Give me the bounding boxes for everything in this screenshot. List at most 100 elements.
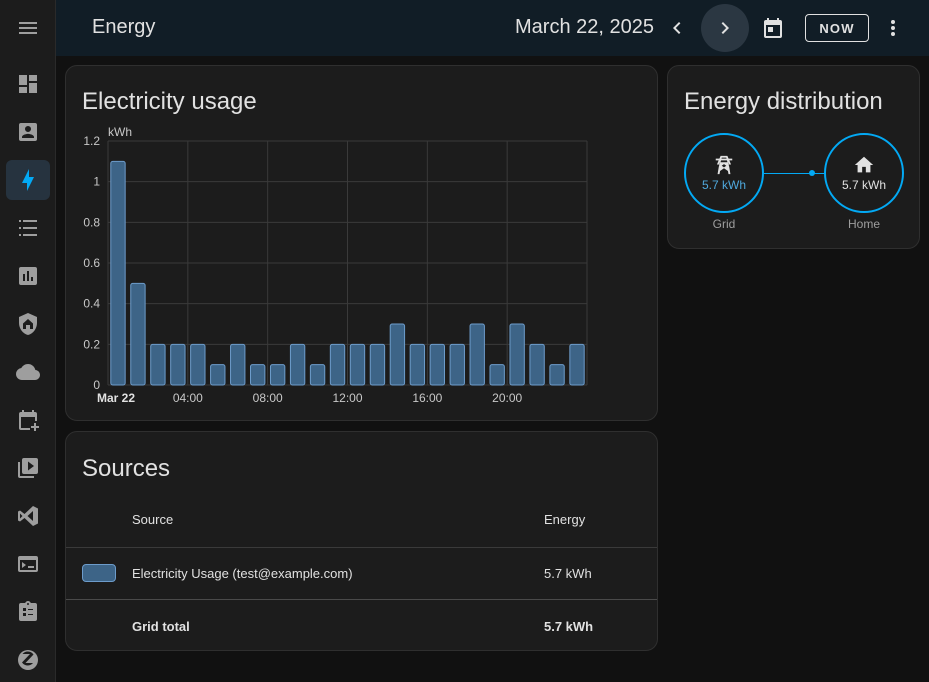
- chart-bar: [409, 343, 426, 386]
- sidebar-item-todo[interactable]: [6, 592, 50, 632]
- home-energy-value: 5.7 kWh: [841, 178, 886, 192]
- chart-bar: [429, 343, 445, 386]
- sidebar-item-cloud[interactable]: [6, 352, 50, 392]
- list-icon: [19, 220, 37, 236]
- dashboard-icon: [19, 75, 37, 93]
- sidebar-item-zigbee[interactable]: [6, 640, 50, 680]
- chart-bar: [469, 323, 485, 386]
- x-tick-label: 20:00: [492, 391, 522, 405]
- dots-vertical-icon: [891, 20, 895, 36]
- source-name: Electricity Usage (test@example.com): [132, 566, 353, 581]
- y-tick-label: 0.4: [83, 297, 100, 311]
- menu-button[interactable]: [6, 8, 50, 48]
- divider: [66, 599, 657, 600]
- usage-bar-chart: 0 0.2 0.4 0.6 0.8 1 1.2 kWh Mar 22 04:00 08:00 12:0…: [83, 125, 588, 405]
- vscode-icon: [18, 506, 38, 526]
- sidebar-item-calendar[interactable]: [6, 400, 50, 440]
- source-color-swatch: [82, 564, 116, 582]
- sidebar-item-media[interactable]: [6, 448, 50, 488]
- chart-bar: [269, 364, 286, 386]
- chart-bar: [449, 343, 465, 386]
- sidebar-item-code[interactable]: [6, 496, 50, 536]
- top-app-bar: Energy March 22, 2025 NOW: [56, 0, 929, 56]
- sidebar-item-map[interactable]: [6, 112, 50, 152]
- chart-bar: [110, 160, 126, 386]
- y-tick-label: 1.2: [83, 134, 100, 148]
- y-tick-label: 1: [93, 175, 100, 189]
- transmission-tower-icon: [715, 155, 733, 175]
- account-box-icon: [19, 123, 37, 141]
- grid-total-value: 5.7 kWh: [544, 619, 594, 634]
- grid-total-label: Grid total: [132, 619, 190, 634]
- chart-icon: [19, 267, 37, 285]
- chart-bar: [529, 343, 545, 386]
- chart-bar: [289, 343, 306, 386]
- column-header-source: Source: [132, 512, 174, 527]
- chart-bar: [549, 364, 565, 386]
- chart-bar: [389, 323, 406, 386]
- chart-bar: [170, 343, 186, 386]
- y-tick-label: 0.2: [83, 337, 100, 351]
- chart-bar: [190, 343, 206, 386]
- column-header-energy: Energy: [544, 512, 586, 527]
- sidebar-item-security[interactable]: [6, 304, 50, 344]
- grid-label: Grid: [712, 217, 736, 231]
- sources-card: Sources Source Energy Electricity Usage …: [65, 431, 658, 651]
- electricity-usage-card: Electricity usage 0 0.2 0.4 0.6 0.8 1 1.2 kWh Ma…: [65, 65, 658, 421]
- sidebar-item-overview[interactable]: [6, 64, 50, 104]
- chart-bar: [150, 343, 166, 386]
- chart-bar: [309, 364, 326, 386]
- date-picker-button[interactable]: [749, 4, 797, 52]
- chart-bar: [509, 323, 525, 386]
- divider: [66, 547, 657, 548]
- chevron-left-icon: [673, 22, 681, 34]
- home-icon: [854, 156, 874, 173]
- y-tick-label: 0.6: [83, 256, 100, 270]
- chart-bar: [230, 343, 246, 386]
- grid-energy-value: 5.7 kWh: [701, 178, 746, 192]
- chart-bar: [349, 343, 366, 386]
- x-tick-label: 08:00: [253, 391, 283, 405]
- x-tick-label: Mar 22: [97, 391, 135, 405]
- more-options-button[interactable]: [869, 4, 917, 52]
- cloud-icon: [16, 364, 40, 380]
- sidebar-item-terminal[interactable]: [6, 544, 50, 584]
- sidebar: [0, 0, 56, 682]
- zigbee-icon: [18, 650, 38, 670]
- media-icon: [18, 458, 38, 478]
- date-range-label: March 22, 2025: [515, 16, 654, 38]
- sidebar-item-history[interactable]: [6, 256, 50, 296]
- grid-node[interactable]: 5.7 kWh: [684, 133, 764, 213]
- home-node[interactable]: 5.7 kWh: [824, 133, 904, 213]
- chevron-right-icon: [721, 22, 729, 34]
- energy-distribution-card: Energy distribution 5.7 kWh Grid 5.7 kWh…: [667, 65, 920, 249]
- calendar-icon: [764, 18, 782, 38]
- chart-bar: [489, 364, 505, 386]
- chart-bar: [210, 364, 226, 386]
- sidebar-item-energy[interactable]: [6, 160, 50, 200]
- y-tick-label: 0: [93, 378, 100, 392]
- y-axis-unit-label: kWh: [108, 125, 132, 139]
- source-energy: 5.7 kWh: [544, 566, 592, 581]
- calendar-plus-icon: [19, 410, 39, 431]
- chart-bar: [250, 364, 266, 386]
- card-title: Sources: [82, 455, 171, 482]
- x-tick-label: 04:00: [173, 391, 203, 405]
- now-button[interactable]: NOW: [805, 14, 869, 42]
- sidebar-item-logbook[interactable]: [6, 208, 50, 248]
- x-tick-label: 12:00: [332, 391, 362, 405]
- next-period-button[interactable]: [701, 4, 749, 52]
- lightning-icon: [22, 169, 34, 191]
- hamburger-menu-icon: [19, 22, 37, 34]
- chart-bar: [369, 343, 386, 386]
- page-title: Energy: [92, 16, 156, 38]
- chart-bar: [130, 282, 146, 386]
- previous-period-button[interactable]: [653, 4, 701, 52]
- flow-dot: [809, 170, 815, 176]
- y-tick-label: 0.8: [83, 215, 100, 229]
- clipboard-icon: [19, 601, 37, 621]
- chart-bar: [569, 343, 585, 386]
- shield-home-icon: [19, 313, 37, 335]
- terminal-icon: [18, 556, 38, 572]
- chart-bar: [329, 343, 346, 386]
